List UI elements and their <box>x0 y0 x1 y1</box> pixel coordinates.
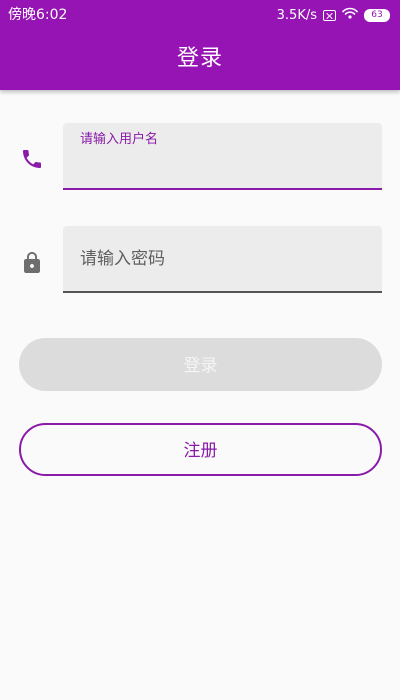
username-field[interactable]: 请输入用户名 <box>63 123 382 190</box>
network-speed: 3.5K/s <box>276 7 317 23</box>
username-input[interactable] <box>80 157 360 183</box>
password-input[interactable] <box>80 246 360 272</box>
phone-icon <box>20 147 44 171</box>
no-sim-icon <box>323 9 336 21</box>
register-button[interactable]: 注册 <box>19 423 382 476</box>
username-label: 请输入用户名 <box>80 132 159 147</box>
login-button[interactable]: 登录 <box>19 338 382 391</box>
username-row: 请输入用户名 <box>0 123 400 193</box>
battery-icon: 63 <box>364 8 390 22</box>
status-bar: 傍晚6:02 3.5K/s 63 <box>0 0 400 30</box>
status-time: 傍晚6:02 <box>8 7 68 23</box>
wifi-icon <box>342 7 358 23</box>
page-title: 登录 <box>176 46 223 71</box>
app-bar: 傍晚6:02 3.5K/s 63 登录 <box>0 0 400 90</box>
password-row <box>0 226 400 296</box>
status-indicators: 3.5K/s 63 <box>277 5 390 25</box>
password-field[interactable] <box>63 226 382 293</box>
lock-icon <box>20 251 44 275</box>
